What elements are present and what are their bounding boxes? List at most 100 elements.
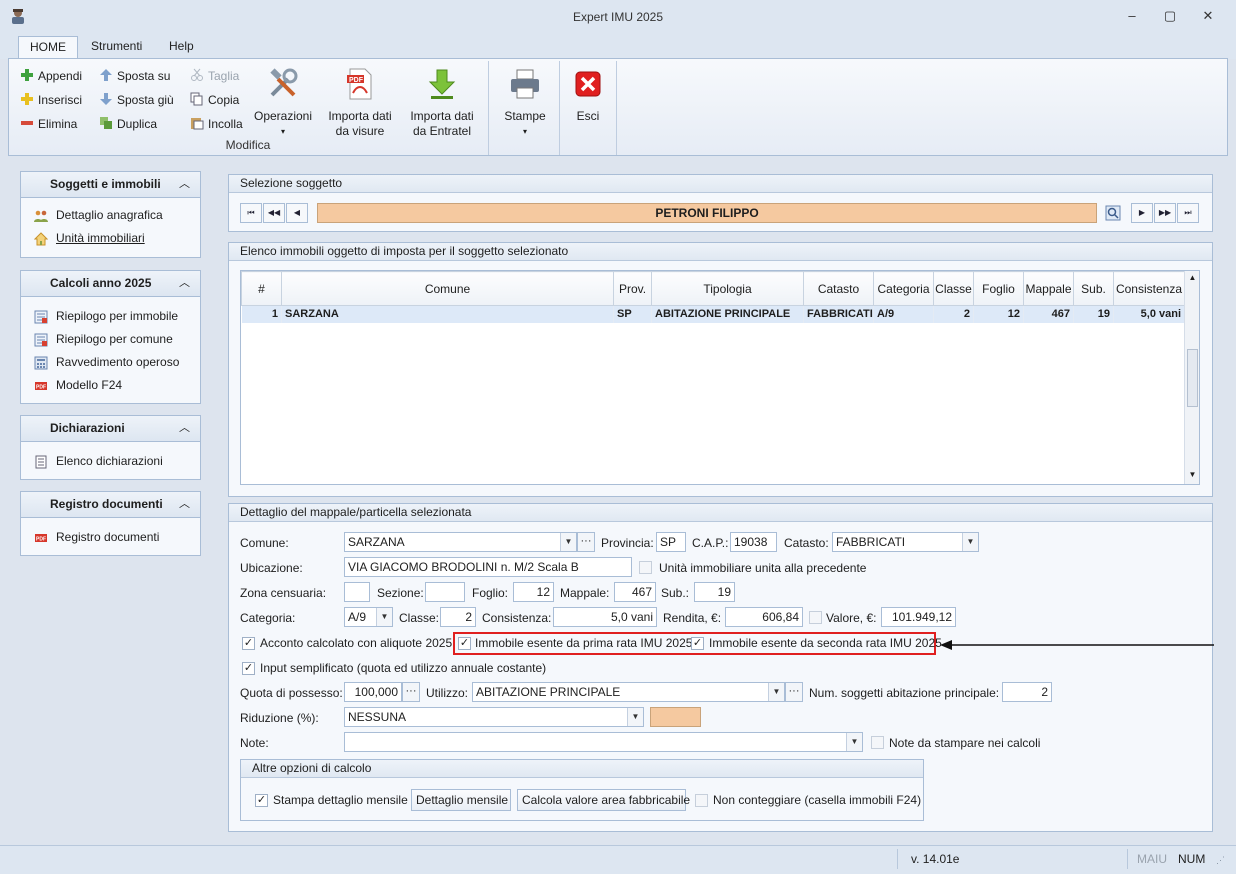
column-header[interactable]: Categoria xyxy=(873,271,934,306)
riduzione-select[interactable]: NESSUNA ▼ xyxy=(344,707,644,727)
foglio-field[interactable]: 12 xyxy=(513,582,554,602)
input-semplificato-checkbox[interactable]: ✓ xyxy=(242,662,255,675)
valore-checkbox[interactable] xyxy=(809,611,822,624)
print-button[interactable]: Stampe ▾ xyxy=(497,67,553,139)
tab-strumenti[interactable]: Strumenti xyxy=(80,36,153,59)
mappale-field[interactable]: 467 xyxy=(614,582,656,602)
column-header[interactable]: Mappale xyxy=(1023,271,1074,306)
non-conteggiare-checkbox[interactable] xyxy=(695,794,708,807)
close-button[interactable]: ✕ xyxy=(1194,4,1222,28)
import-visure-button[interactable]: PDF Importa dati da visure xyxy=(324,67,396,139)
next-page-button[interactable]: ▶▶ xyxy=(1154,203,1176,223)
selected-subject-name[interactable]: PETRONI FILIPPO xyxy=(317,203,1097,223)
chevron-down-icon[interactable]: ▼ xyxy=(560,533,576,551)
zona-field[interactable] xyxy=(344,582,370,602)
scroll-up-icon[interactable]: ▲ xyxy=(1185,273,1199,282)
sidebar-item-elenco-dichiarazioni[interactable]: Elenco dichiarazioni xyxy=(21,450,200,473)
sidebar-item-modello-f24[interactable]: PDF Modello F24 xyxy=(21,374,200,397)
column-header[interactable]: Sub. xyxy=(1073,271,1114,306)
sidebar-header-calcoli[interactable]: Calcoli anno 2025 ︿ xyxy=(21,271,200,297)
utilizzo-lookup-button[interactable]: ··· xyxy=(785,682,803,702)
column-header[interactable]: Foglio xyxy=(973,271,1024,306)
vertical-scrollbar[interactable]: ▲ ▼ xyxy=(1184,271,1199,484)
property-grid[interactable]: # Comune Prov. Tipologia Catasto Categor… xyxy=(240,270,1200,485)
consistenza-field[interactable]: 5,0 vani xyxy=(553,607,657,627)
note-select[interactable]: ▼ xyxy=(344,732,863,752)
search-icon[interactable] xyxy=(1105,205,1121,221)
utilizzo-select[interactable]: ABITAZIONE PRINCIPALE ▼ xyxy=(472,682,785,702)
table-row[interactable]: 1 SARZANA SP ABITAZIONE PRINCIPALE FABBR… xyxy=(241,305,1185,323)
scroll-down-icon[interactable]: ▼ xyxy=(1185,470,1199,479)
chevron-down-icon[interactable]: ▼ xyxy=(627,708,643,726)
calcola-area-button[interactable]: Calcola valore area fabbricabile xyxy=(517,789,690,811)
resize-grip-icon[interactable]: ⋰ xyxy=(1216,854,1228,866)
sidebar-header-registro[interactable]: Registro documenti ︿ xyxy=(21,492,200,518)
column-header[interactable]: Classe xyxy=(933,271,974,306)
column-header[interactable]: Prov. xyxy=(613,271,652,306)
scrollbar-thumb[interactable] xyxy=(1187,349,1198,407)
sidebar-item-unita-immobiliari[interactable]: Unità immobiliari xyxy=(21,227,200,250)
acconto-checkbox[interactable]: ✓ xyxy=(242,637,255,650)
num-soggetti-field[interactable]: 2 xyxy=(1002,682,1052,702)
sidebar-header-dichiarazioni[interactable]: Dichiarazioni ︿ xyxy=(21,416,200,442)
operations-button[interactable]: Operazioni ▾ xyxy=(250,67,316,139)
column-header[interactable]: Catasto xyxy=(803,271,874,306)
prev-page-button[interactable]: ◀◀ xyxy=(263,203,285,223)
quota-field[interactable]: 100,000 xyxy=(344,682,402,702)
next-record-button[interactable]: ▶ xyxy=(1131,203,1153,223)
quota-lookup-button[interactable]: ··· xyxy=(402,682,420,702)
rendita-field[interactable]: 606,84 xyxy=(725,607,803,627)
sub-field[interactable]: 19 xyxy=(694,582,735,602)
tab-home[interactable]: HOME xyxy=(18,36,78,60)
classe-field[interactable]: 2 xyxy=(440,607,476,627)
dettaglio-mensile-button[interactable]: Dettaglio mensile xyxy=(411,789,511,811)
insert-button[interactable]: Inserisci xyxy=(20,92,82,107)
column-header[interactable]: # xyxy=(241,271,282,306)
duplicate-button[interactable]: Duplica xyxy=(99,116,157,131)
delete-button[interactable]: Elimina xyxy=(20,116,77,131)
cut-button[interactable]: Taglia xyxy=(190,68,239,83)
chevron-down-icon[interactable]: ▼ xyxy=(962,533,978,551)
copy-button[interactable]: Copia xyxy=(190,92,239,107)
esente-prima-checkbox[interactable]: ✓ xyxy=(458,637,471,650)
catasto-select[interactable]: FABBRICATI ▼ xyxy=(832,532,979,552)
note-stampa-checkbox[interactable] xyxy=(871,736,884,749)
provincia-field[interactable]: SP xyxy=(656,532,686,552)
collapse-chevron-icon[interactable]: ︿ xyxy=(179,271,190,296)
cap-field[interactable]: 19038 xyxy=(730,532,777,552)
column-header[interactable]: Comune xyxy=(281,271,614,306)
collapse-chevron-icon[interactable]: ︿ xyxy=(179,172,190,197)
valore-field[interactable]: 101.949,12 xyxy=(881,607,956,627)
sidebar-item-ravvedimento[interactable]: Ravvedimento operoso xyxy=(21,351,200,374)
chevron-down-icon[interactable]: ▼ xyxy=(376,608,392,626)
sidebar-header-soggetti[interactable]: Soggetti e immobili ︿ xyxy=(21,172,200,198)
move-up-button[interactable]: Sposta su xyxy=(99,68,170,83)
collapse-chevron-icon[interactable]: ︿ xyxy=(179,492,190,517)
collapse-chevron-icon[interactable]: ︿ xyxy=(179,416,190,441)
maximize-button[interactable]: ▢ xyxy=(1156,4,1184,28)
sidebar-item-dettaglio-anagrafica[interactable]: Dettaglio anagrafica xyxy=(21,204,200,227)
chevron-down-icon[interactable]: ▼ xyxy=(768,683,784,701)
ubicazione-field[interactable]: VIA GIACOMO BRODOLINI n. M/2 Scala B xyxy=(344,557,632,577)
sezione-field[interactable] xyxy=(425,582,465,602)
paste-button[interactable]: Incolla xyxy=(190,116,243,131)
esente-seconda-checkbox[interactable]: ✓ xyxy=(691,637,704,650)
comune-select[interactable]: SARZANA ▼ xyxy=(344,532,577,552)
first-record-button[interactable]: ⏮ xyxy=(240,203,262,223)
last-record-button[interactable]: ⏭ xyxy=(1177,203,1199,223)
import-entratel-button[interactable]: Importa dati da Entratel xyxy=(404,67,480,139)
column-header[interactable]: Consistenza xyxy=(1113,271,1185,306)
move-down-button[interactable]: Sposta giù xyxy=(99,92,174,107)
append-button[interactable]: Appendi xyxy=(20,68,82,83)
tab-help[interactable]: Help xyxy=(158,36,205,59)
prev-record-button[interactable]: ◀ xyxy=(286,203,308,223)
unita-unita-checkbox[interactable] xyxy=(639,561,652,574)
stampa-dettaglio-checkbox[interactable]: ✓ xyxy=(255,794,268,807)
exit-button[interactable]: Esci xyxy=(565,67,611,124)
sidebar-item-registro-documenti[interactable]: PDF Registro documenti xyxy=(21,526,200,549)
sidebar-item-riepilogo-comune[interactable]: Riepilogo per comune xyxy=(21,328,200,351)
sidebar-item-riepilogo-immobile[interactable]: Riepilogo per immobile xyxy=(21,305,200,328)
categoria-select[interactable]: A/9 ▼ xyxy=(344,607,393,627)
column-header[interactable]: Tipologia xyxy=(651,271,804,306)
comune-lookup-button[interactable]: ··· xyxy=(577,532,595,552)
